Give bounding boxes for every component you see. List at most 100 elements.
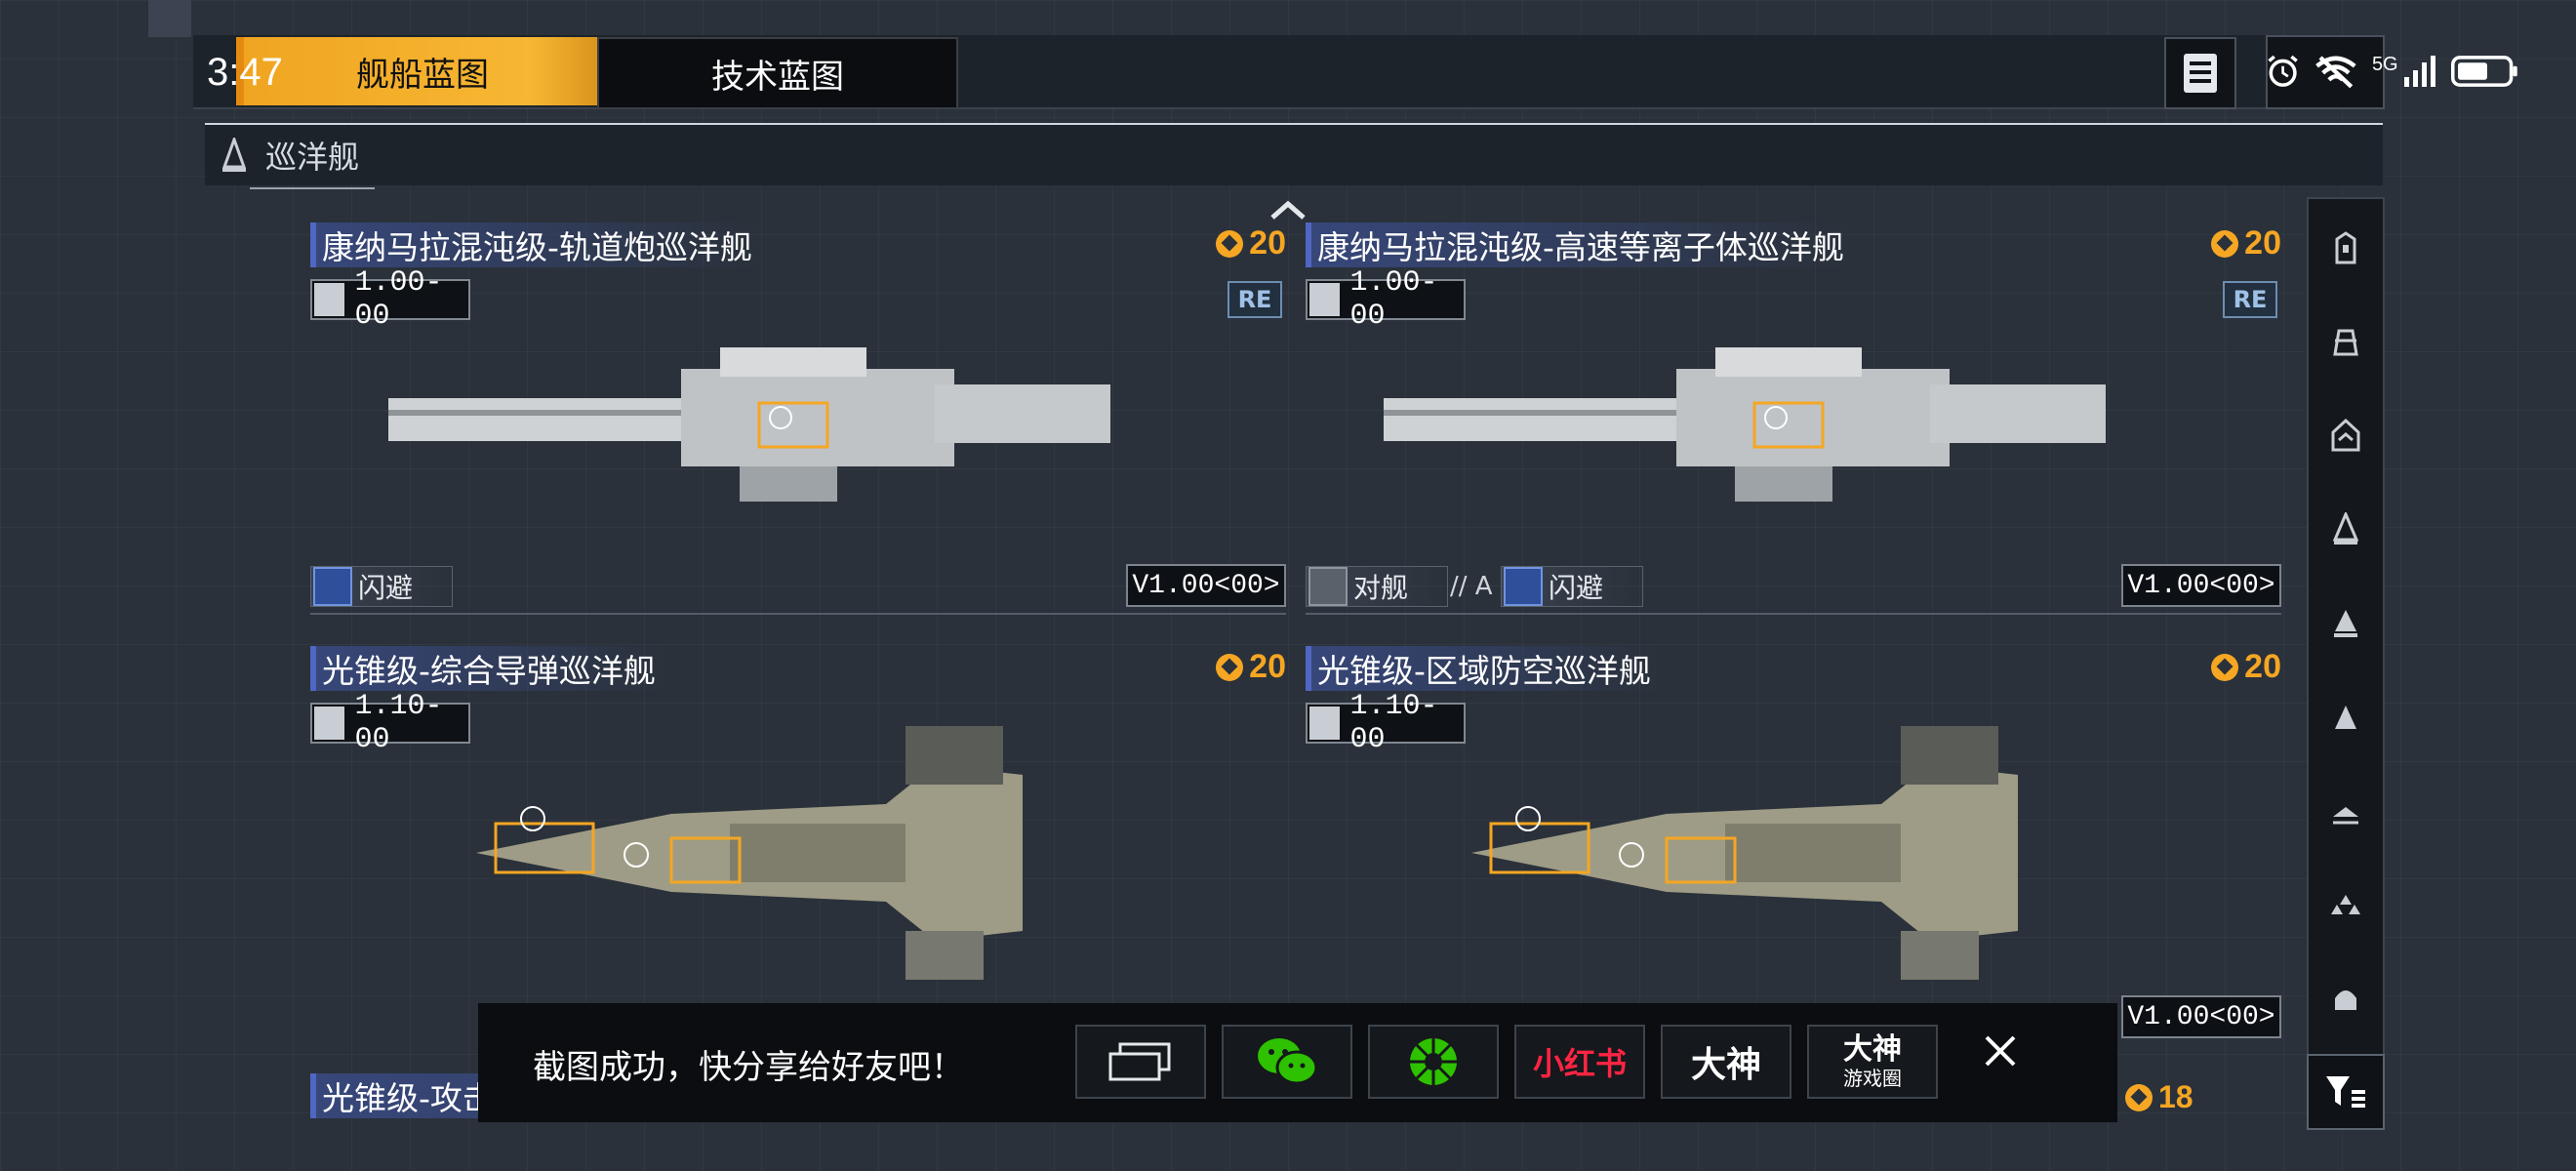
card-cost-value: 20	[1249, 648, 1286, 685]
anti-ship-icon	[1308, 567, 1348, 606]
card-cost-value: 18	[2158, 1079, 2194, 1114]
tab-ship-blueprint[interactable]: 舰船蓝图	[236, 37, 601, 105]
share-toast: 截图成功，快分享给好友吧！ 小红书 大神 大神 游戏圈	[478, 1003, 2117, 1122]
class-carrier-icon[interactable]	[2328, 230, 2363, 265]
version-tag: V1.00<00>	[2121, 995, 2281, 1038]
ruler	[310, 613, 1286, 615]
tab-tech-blueprint-label: 技术蓝图	[711, 57, 844, 97]
version-value: 1.10-00	[1349, 690, 1438, 756]
battery-icon	[2450, 56, 2517, 87]
card-title: 光锥级-区域防空巡洋舰	[1306, 646, 1663, 691]
share-screen-button[interactable]	[1075, 1025, 1206, 1099]
faction-icon	[1309, 283, 1341, 316]
version-value: 1.00-00	[1349, 266, 1438, 333]
card-title: 光锥级-综合导弹巡洋舰	[310, 646, 667, 691]
tab-tech-blueprint[interactable]: 技术蓝图	[597, 37, 958, 109]
blueprint-card[interactable]: 康纳马拉混沌级-轨道炮巡洋舰 20 1.00-00 RE 闪避 V1.00<00…	[310, 222, 1286, 632]
tab-ship-blueprint-label: 舰船蓝图	[356, 55, 489, 95]
blueprint-point-icon	[2125, 1083, 2153, 1111]
version-pill: 1.10-00	[1306, 690, 1466, 756]
re-badge: RE	[2223, 281, 2277, 318]
class-fighter-icon[interactable]	[2328, 886, 2363, 921]
network-type: 5G	[2371, 54, 2398, 75]
filter-icon	[2326, 1076, 2365, 1108]
class-cruiser-icon[interactable]	[2328, 511, 2363, 546]
moments-icon	[1410, 1038, 1457, 1085]
version-tag: V1.00<00>	[2121, 564, 2281, 607]
card-cost: 20	[2211, 224, 2281, 262]
status-time: 3:47	[207, 51, 283, 94]
document-icon	[2184, 54, 2217, 93]
blueprint-point-icon	[2211, 653, 2239, 681]
share-wechat-button[interactable]	[1222, 1025, 1352, 1099]
trait-tag: 闪避	[310, 566, 454, 607]
class-corvette-icon[interactable]	[2328, 792, 2363, 828]
trait-tag-label: 闪避	[358, 572, 414, 604]
blueprint-card[interactable]: 康纳马拉混沌级-高速等离子体巡洋舰 20 1.00-00 RE 对舰 // A …	[1306, 222, 2281, 632]
cruiser-class-icon	[221, 138, 247, 172]
category-underline	[250, 187, 375, 189]
close-icon[interactable]	[1981, 1029, 2020, 1079]
signal-icon	[2403, 56, 2435, 87]
evade-icon	[313, 567, 352, 606]
tag-separator: // A	[1450, 572, 1493, 601]
screen-share-icon	[1108, 1042, 1171, 1081]
category-bar[interactable]: 巡洋舰	[205, 123, 2383, 185]
ruler	[1306, 613, 2281, 615]
faction-icon	[314, 707, 345, 740]
class-destroyer-icon[interactable]	[2328, 605, 2363, 640]
card-cost-value: 20	[1249, 224, 1286, 262]
class-battlecruiser-icon[interactable]	[2328, 324, 2363, 359]
class-frigate-icon[interactable]	[2328, 699, 2363, 734]
card-cost-value: 20	[2244, 224, 2281, 262]
blueprint-point-icon	[1216, 229, 1244, 258]
share-dashen-button[interactable]: 大神	[1661, 1025, 1791, 1099]
version-pill: 1.10-00	[310, 690, 470, 756]
ship-image	[1384, 347, 2106, 502]
blueprint-card[interactable]: 光锥级-区域防空巡洋舰 20 1.10-00 V1.00<00>	[1306, 646, 2281, 1056]
version-value: 1.00-00	[354, 266, 443, 333]
faction-icon	[314, 283, 345, 316]
card-cost-value: 20	[2244, 648, 2281, 685]
blueprint-point-icon	[2211, 229, 2239, 258]
dashen-circle-logo-top: 大神	[1843, 1032, 1902, 1067]
corner-marker	[148, 0, 191, 37]
xiaohongshu-logo: 小红书	[1532, 1045, 1627, 1082]
blueprint-point-icon	[1216, 653, 1244, 681]
trait-tag-label: 对舰	[1353, 572, 1409, 604]
card-title: 康纳马拉混沌级-轨道炮巡洋舰	[310, 222, 764, 267]
share-xiaohongshu-button[interactable]: 小红书	[1514, 1025, 1645, 1099]
card-cost: 20	[1216, 224, 1286, 262]
class-auxiliary-icon[interactable]	[2328, 418, 2363, 453]
card-cost: 20	[2211, 648, 2281, 686]
dashen-logo: 大神	[1690, 1045, 1761, 1085]
version-value: 1.10-00	[354, 690, 443, 756]
category-label: 巡洋舰	[265, 139, 360, 176]
trait-tag: 对舰	[1306, 566, 1449, 607]
class-station-icon[interactable]	[2328, 980, 2363, 1015]
ship-image	[388, 347, 1110, 502]
document-button[interactable]	[2164, 37, 2236, 109]
re-badge: RE	[1228, 281, 1282, 318]
ship-image	[1471, 726, 2018, 980]
version-pill: 1.00-00	[1306, 266, 1466, 333]
faction-icon	[1309, 707, 1341, 740]
card-cost: 20	[1216, 648, 1286, 686]
alarm-icon	[2268, 55, 2298, 87]
filter-button[interactable]	[2307, 1054, 2385, 1130]
share-dashen-circle-button[interactable]: 大神 游戏圈	[1807, 1025, 1938, 1099]
dashen-circle-logo-bottom: 游戏圈	[1843, 1067, 1902, 1090]
wifi-off-icon	[2315, 56, 2356, 89]
version-pill: 1.00-00	[310, 266, 470, 333]
card-title: 康纳马拉混沌级-高速等离子体巡洋舰	[1306, 222, 1856, 267]
version-tag: V1.00<00>	[1126, 564, 1286, 607]
ship-image	[476, 726, 1023, 980]
evade-icon	[1504, 567, 1543, 606]
card-cost: 18	[2125, 1079, 2194, 1115]
wechat-icon	[1258, 1038, 1318, 1085]
blueprint-card[interactable]: 光锥级-综合导弹巡洋舰 20 1.10-00	[310, 646, 1286, 1056]
trait-tag-label: 闪避	[1549, 572, 1604, 604]
ship-class-sidebar	[2307, 197, 2385, 1128]
share-moments-button[interactable]	[1368, 1025, 1499, 1099]
share-message: 截图成功，快分享给好友吧！	[533, 1048, 964, 1087]
